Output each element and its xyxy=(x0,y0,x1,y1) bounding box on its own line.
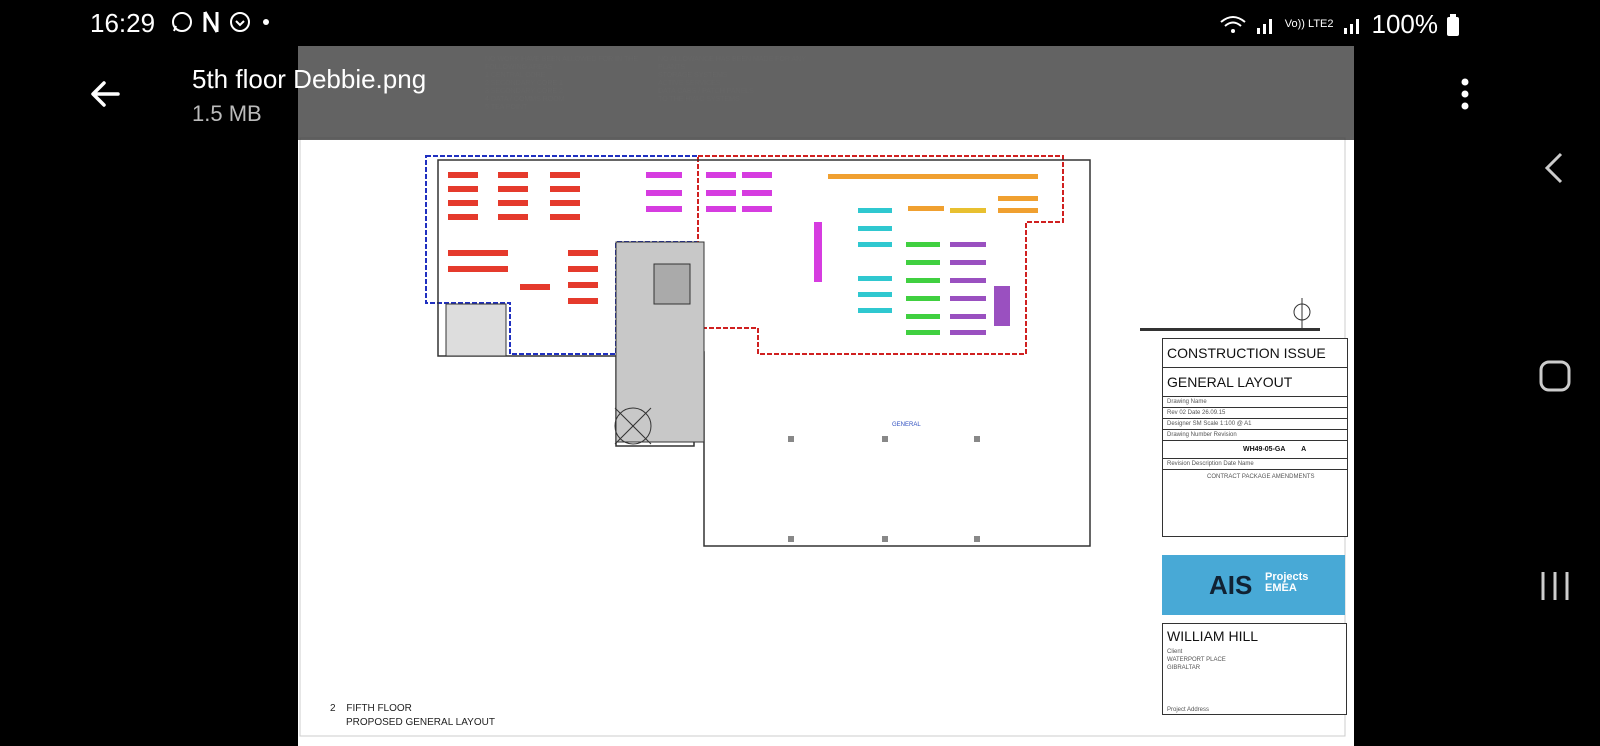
drawing-number-row: WH49-05-GA A xyxy=(1163,441,1347,459)
nav-home-icon[interactable] xyxy=(1535,356,1575,396)
client-name: WILLIAM HILL xyxy=(1167,628,1259,644)
file-title: 5th floor Debbie.png xyxy=(192,64,427,94)
netflix-icon xyxy=(203,11,219,33)
company-logo: AIS Projects EMEA xyxy=(1162,555,1345,615)
more-options-icon[interactable] xyxy=(1455,74,1475,114)
clock: 16:29 xyxy=(90,8,156,38)
room-label: GENERAL xyxy=(892,422,921,428)
client-address: GIBRALTAR xyxy=(1167,665,1201,671)
caption-line1: FIFTH FLOOR xyxy=(346,703,412,714)
drawing-number: WH49-05-GA xyxy=(1243,446,1286,453)
back-arrow-icon[interactable] xyxy=(88,76,124,112)
issue-title: CONSTRUCTION ISSUE xyxy=(1163,339,1347,368)
signal-icon-1 xyxy=(1256,18,1272,34)
signal-icon-2 xyxy=(1343,18,1359,34)
battery-icon xyxy=(1447,13,1459,36)
revision-letter: A xyxy=(1301,446,1307,453)
tb-row: Rev 02 Date 26.09.15 xyxy=(1163,408,1347,419)
file-size: 1.5 MB xyxy=(192,101,262,126)
wifi-icon xyxy=(1220,15,1246,33)
logo-emea: EMEA xyxy=(1265,582,1297,594)
dot-icon xyxy=(263,19,269,25)
app-bar: 5th floor Debbie.png 1.5 MB xyxy=(0,46,1469,140)
tb-row: Drawing Name xyxy=(1163,397,1347,408)
client-block: WILLIAM HILL Client WATERPORT PLACE GIBR… xyxy=(1162,623,1347,715)
revision-header: Revision Description Date Name xyxy=(1163,459,1347,470)
tb-row: Drawing Number Revision xyxy=(1163,430,1347,441)
caption-number: 2 xyxy=(330,703,336,714)
logo-sub-text: Projects EMEA xyxy=(1265,572,1308,594)
revision-line: CONTRACT PACKAGE AMENDMENTS xyxy=(1207,474,1315,480)
logo-main-text: AIS xyxy=(1209,570,1253,600)
layout-title: GENERAL LAYOUT xyxy=(1163,368,1347,397)
client-label: Client xyxy=(1167,649,1183,655)
status-bar: 16:29 Vo)) LTE2 100% xyxy=(0,0,1600,46)
system-icons: Vo)) LTE2 100% xyxy=(1219,9,1460,40)
tb-row: Designer SM Scale 1:100 @ A1 xyxy=(1163,419,1347,430)
project-address-label: Project Address xyxy=(1167,707,1210,713)
network-type-label: Vo)) LTE2 xyxy=(1284,18,1334,30)
whatsapp-icon xyxy=(172,12,192,32)
title-block: CONSTRUCTION ISSUE GENERAL LAYOUT Drawin… xyxy=(1162,338,1348,537)
app-heart-icon xyxy=(230,12,250,32)
client-address: WATERPORT PLACE xyxy=(1167,657,1226,663)
battery-percent: 100% xyxy=(1371,9,1439,39)
nav-recents-icon[interactable] xyxy=(1535,566,1575,606)
drawing-caption: 2 FIFTH FLOOR PROPOSED GENERAL LAYOUT xyxy=(330,702,495,730)
caption-line2: PROPOSED GENERAL LAYOUT xyxy=(346,717,495,728)
nav-back-icon[interactable] xyxy=(1535,148,1575,188)
notification-icons xyxy=(170,10,272,34)
